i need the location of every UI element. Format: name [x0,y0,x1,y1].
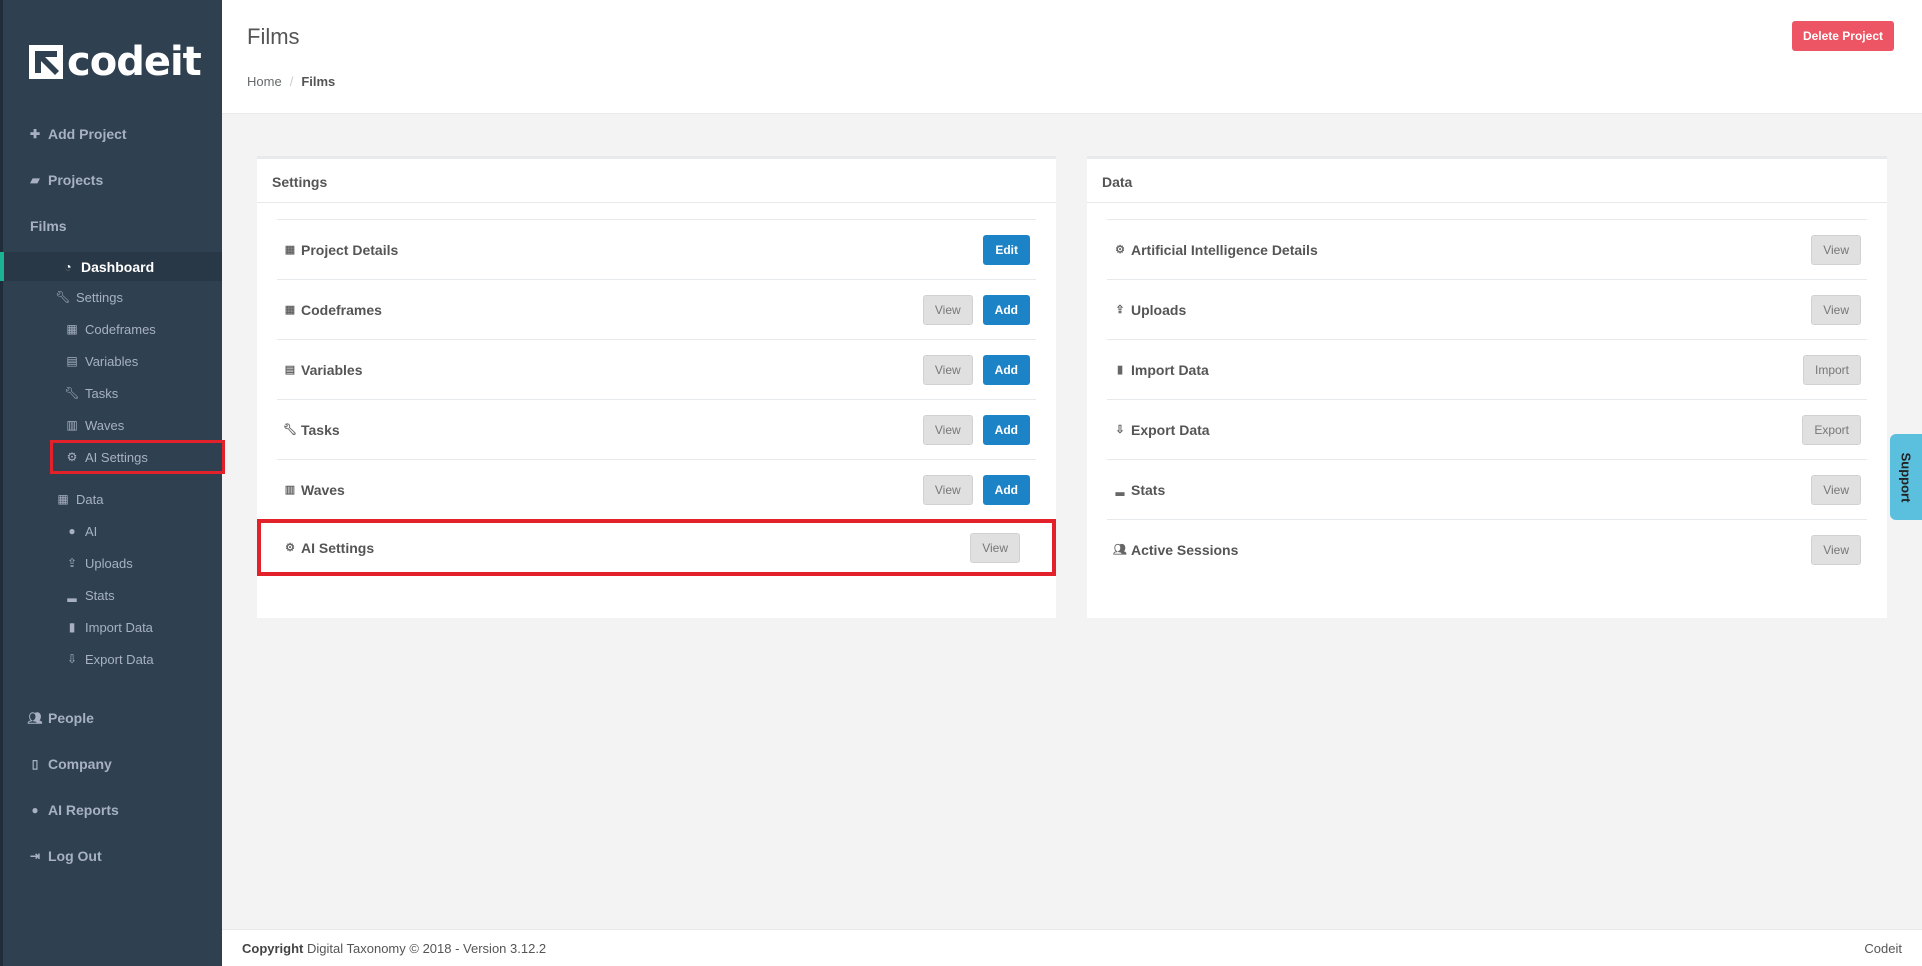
settings-row-tasks: 🔧︎ Tasks View Add [277,399,1036,459]
cogs-icon: ⚙ [1115,244,1125,256]
ai-settings-view-button[interactable]: View [970,532,1020,563]
data-row-export-data: ⇩ Export Data Export [1107,399,1867,459]
signal-icon: ▂ [1115,484,1125,496]
table-icon: ▦ [284,244,296,256]
download-icon: ⇩ [1115,424,1125,436]
sign-out-icon: ⇥ [29,849,41,863]
android-icon: ● [31,803,39,817]
upload-icon: ⇪ [66,556,78,570]
users-icon: 👥︎ [1113,544,1127,556]
wrench-icon: 🔧︎ [55,290,71,304]
table-icon: ▦ [66,322,78,336]
waves-add-button[interactable]: Add [982,474,1030,505]
settings-row-ai-settings: ⚙ AI Settings View [257,519,1056,576]
sidebar-item-tasks[interactable]: 🔧︎ Tasks [3,380,222,406]
settings-row-variables: ▤ Variables View Add [277,339,1036,399]
support-tab[interactable]: Support [1890,434,1922,520]
sidebar: codeit ✚ Add Project ▰ Projects Films ◔ … [0,0,225,966]
wrench-icon: 🔧︎ [64,386,80,400]
breadcrumb: Home / Films [247,74,335,89]
cogs-icon: ⚙ [66,450,78,464]
sidebar-item-codeframes[interactable]: ▦ Codeframes [3,316,222,342]
data-panel-title: Data [1087,159,1887,203]
download-icon: ⇩ [66,652,78,666]
sidebar-item-company[interactable]: ▯ Company [3,751,222,777]
sidebar-item-log-out[interactable]: ⇥ Log Out [3,843,222,869]
sidebar-item-people[interactable]: 👥︎ People [3,705,222,731]
delete-project-button[interactable]: Delete Project [1791,21,1894,51]
page-title: Films [247,24,300,49]
sidebar-item-uploads[interactable]: ⇪ Uploads [3,550,222,576]
data-row-uploads: ⇪ Uploads View [1107,279,1867,339]
breadcrumb-home[interactable]: Home [247,74,282,89]
export-data-button[interactable]: Export [1802,414,1861,445]
users-icon: 👥︎ [27,711,43,725]
stats-view-button[interactable]: View [1811,474,1861,505]
signal-icon: ▂ [67,588,77,602]
file-icon: ▮ [1116,364,1124,376]
data-row-ai-details: ⚙ Artificial Intelligence Details View [1107,219,1867,279]
sidebar-item-variables[interactable]: ▤ Variables [3,348,222,374]
breadcrumb-separator: / [289,74,294,89]
calculator-icon: ▤ [66,354,78,368]
sidebar-item-ai-settings[interactable]: ⚙ AI Settings [50,440,225,474]
data-row-import-data: ▮ Import Data Import [1107,339,1867,399]
data-row-stats: ▂ Stats View [1107,459,1867,519]
sidebar-item-projects[interactable]: ▰ Projects [3,167,222,193]
logo-text: codeit [67,39,202,85]
settings-row-project-details: ▦ Project Details Edit [277,219,1036,279]
table-icon: ▦ [284,304,296,316]
footer-copyright-label: Copyright [242,940,304,956]
ai-details-view-button[interactable]: View [1811,234,1861,265]
sidebar-item-import-data[interactable]: ▮ Import Data [3,614,222,640]
data-panel: Data ⚙ Artificial Intelligence Details Vi… [1087,156,1887,618]
file-icon: ▮ [68,620,76,634]
sidebar-item-add-project[interactable]: ✚ Add Project [3,121,222,147]
tasks-add-button[interactable]: Add [982,414,1030,445]
upload-icon: ⇪ [1115,304,1125,316]
tasks-view-button[interactable]: View [922,414,973,445]
variables-view-button[interactable]: View [922,354,973,385]
wrench-icon: 🔧︎ [283,424,297,436]
calendar-icon: ▥ [66,418,78,432]
sidebar-item-stats[interactable]: ▂ Stats [3,582,222,608]
footer-brand: Codeit [1864,940,1902,956]
breadcrumb-current: Films [301,74,336,89]
codeframes-add-button[interactable]: Add [982,294,1030,325]
calendar-icon: ▥ [284,484,296,496]
android-icon: ● [68,524,76,538]
waves-view-button[interactable]: View [922,474,973,505]
building-icon: ▯ [31,757,39,771]
sidebar-item-dashboard[interactable]: ◔ Dashboard [0,252,222,281]
footer: Copyright Digital Taxonomy © 2018 - Vers… [222,929,1922,966]
calculator-icon: ▤ [284,364,296,376]
logo[interactable]: codeit [29,39,202,85]
sidebar-item-settings[interactable]: 🔧︎ Settings [3,284,222,310]
logo-arrow-icon [29,45,63,79]
sidebar-item-films[interactable]: Films [3,213,222,239]
sidebar-item-ai[interactable]: ● AI [3,518,222,544]
settings-row-codeframes: ▦ Codeframes View Add [277,279,1036,339]
import-data-button[interactable]: Import [1802,354,1861,385]
uploads-view-button[interactable]: View [1811,294,1861,325]
sidebar-item-data[interactable]: ▦ Data [3,486,222,512]
table-icon: ▦ [57,492,69,506]
cogs-icon: ⚙ [285,542,295,554]
settings-panel: Settings ▦ Project Details Edit ▦ Codefram… [257,156,1056,618]
settings-panel-title: Settings [257,159,1056,203]
project-details-edit-button[interactable]: Edit [983,234,1030,265]
settings-row-waves: ▥ Waves View Add [277,459,1036,519]
sidebar-item-ai-reports[interactable]: ● AI Reports [3,797,222,823]
codeframes-view-button[interactable]: View [922,294,973,325]
page-header: Films Home / Films Delete Project [222,0,1922,114]
sidebar-item-export-data[interactable]: ⇩ Export Data [3,646,222,672]
data-row-active-sessions: 👥︎ Active Sessions View [1107,519,1867,579]
plus-icon: ✚ [29,127,41,141]
active-sessions-view-button[interactable]: View [1811,534,1861,565]
dashboard-icon: ◔ [64,259,72,274]
footer-copyright-text: Digital Taxonomy © 2018 - Version 3.12.2 [307,940,547,956]
briefcase-icon: ▰ [30,173,40,187]
sidebar-item-waves[interactable]: ▥ Waves [3,412,222,438]
variables-add-button[interactable]: Add [982,354,1030,385]
